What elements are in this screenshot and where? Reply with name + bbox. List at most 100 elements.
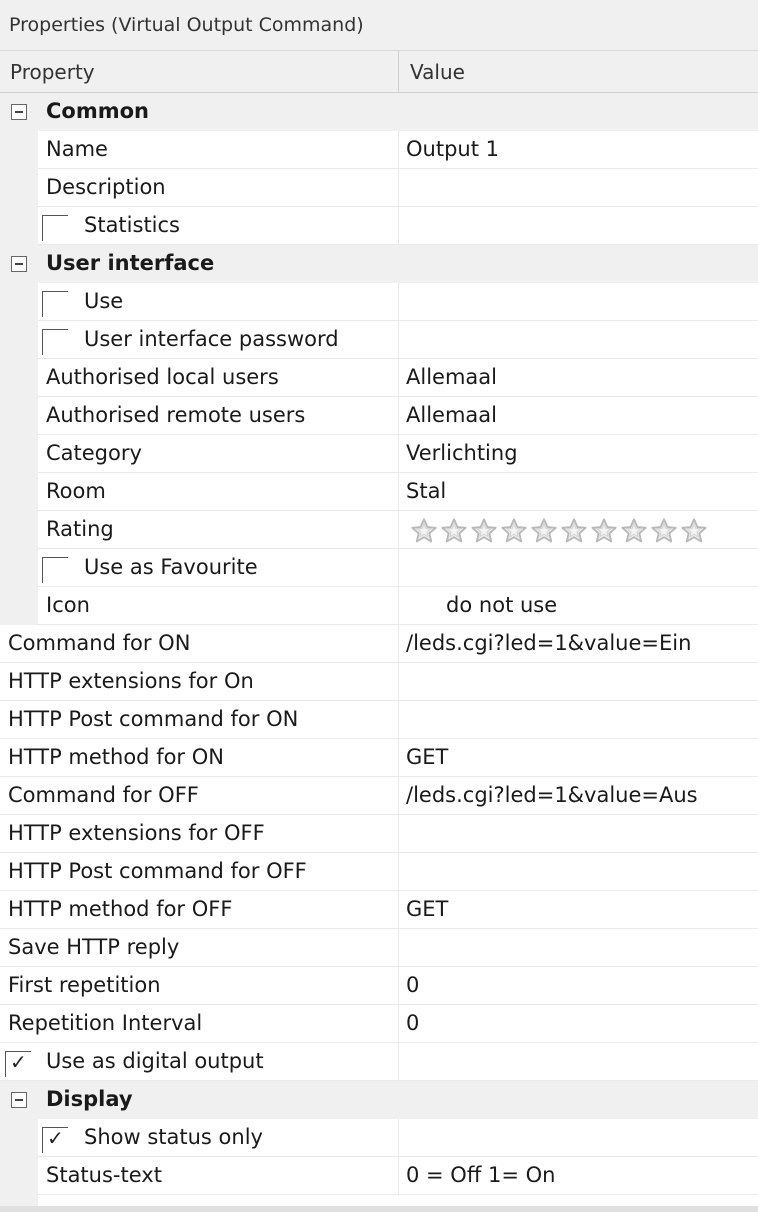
star-outline-icon[interactable] — [560, 514, 590, 546]
column-separator — [398, 663, 399, 701]
property-row-user-interface-password[interactable]: User interface password — [0, 321, 758, 359]
property-value[interactable]: Allemaal — [406, 359, 497, 397]
star-outline-icon[interactable] — [680, 514, 710, 546]
property-name: Room — [46, 479, 106, 503]
property-row-http-extensions-for-on[interactable]: HTTP extensions for On — [0, 663, 758, 701]
property-row-rating[interactable]: Rating — [0, 511, 758, 549]
property-name: Statistics — [84, 213, 180, 237]
star-outline-icon[interactable] — [410, 514, 440, 546]
property-row-command-for-on[interactable]: Command for ON/leds.cgi?led=1&value=Ein — [0, 625, 758, 663]
property-row-http-post-command-for-on[interactable]: HTTP Post command for ON — [0, 701, 758, 739]
property-row-use[interactable]: Use — [0, 283, 758, 321]
property-row-http-method-for-on[interactable]: HTTP method for ON GET — [0, 739, 758, 777]
header-separator[interactable] — [398, 51, 399, 94]
property-name: Repetition Interval — [8, 1011, 203, 1035]
collapse-minus-icon[interactable] — [11, 1092, 27, 1108]
column-separator — [398, 283, 399, 321]
property-value[interactable]: Allemaal — [406, 397, 497, 435]
property-row-description[interactable]: Description — [0, 169, 758, 207]
property-row-category[interactable]: Category Verlichting — [0, 435, 758, 473]
collapse-minus-icon[interactable] — [11, 104, 27, 120]
rating-stars[interactable] — [410, 514, 710, 546]
user-interface-password-checkbox[interactable] — [42, 329, 68, 355]
property-row-save-http-reply[interactable]: Save HTTP reply — [0, 929, 758, 967]
use-as-favourite-checkbox[interactable] — [42, 557, 68, 583]
row-gutter — [0, 549, 38, 587]
property-value[interactable]: /leds.cgi?led=1&value=Aus — [406, 777, 698, 815]
category-display[interactable]: Display — [0, 1081, 758, 1119]
column-separator — [398, 1157, 399, 1195]
row-gutter — [0, 511, 38, 549]
property-value[interactable]: Stal — [406, 473, 446, 511]
property-value[interactable]: 0 — [406, 967, 419, 1005]
category-label: Display — [46, 1087, 133, 1111]
checkmark-icon: ✓ — [47, 1126, 64, 1150]
property-value[interactable]: GET — [406, 739, 448, 777]
column-separator — [398, 511, 399, 549]
property-row-show-status-only[interactable]: ✓ Show status only — [0, 1119, 758, 1157]
property-row-name[interactable]: Name Output 1 — [0, 131, 758, 169]
star-outline-icon[interactable] — [470, 514, 500, 546]
property-name: Icon — [46, 593, 90, 617]
row-gutter — [0, 283, 38, 321]
property-name: Description — [46, 175, 166, 199]
property-value[interactable]: Output 1 — [406, 131, 499, 169]
column-separator — [398, 815, 399, 853]
star-outline-icon[interactable] — [590, 514, 620, 546]
property-row-first-repetition[interactable]: First repetition 0 — [0, 967, 758, 1005]
property-row-repetition-interval[interactable]: Repetition Interval 0 — [0, 1005, 758, 1043]
header-property[interactable]: Property — [10, 60, 95, 84]
property-name: Authorised local users — [46, 365, 279, 389]
property-row-authorised-local-users[interactable]: Authorised local users Allemaal — [0, 359, 758, 397]
star-outline-icon[interactable] — [650, 514, 680, 546]
column-separator — [398, 929, 399, 967]
show-status-only-checkbox[interactable]: ✓ — [42, 1126, 68, 1153]
property-name: Name — [46, 137, 108, 161]
property-value[interactable]: /leds.cgi?led=1&value=Ein — [406, 625, 691, 663]
collapse-minus-icon[interactable] — [11, 256, 27, 272]
property-row-status-text[interactable]: Status-text 0 = Off 1= On — [0, 1157, 758, 1195]
column-separator — [398, 435, 399, 473]
row-gutter — [0, 207, 38, 245]
property-row-http-extensions-for-off[interactable]: HTTP extensions for OFF — [0, 815, 758, 853]
panel-title: Properties (Virtual Output Command) — [0, 0, 758, 50]
header-value[interactable]: Value — [410, 60, 465, 84]
property-row-icon[interactable]: Icon do not use — [0, 587, 758, 625]
property-value[interactable]: Verlichting — [406, 435, 518, 473]
property-name: HTTP extensions for OFF — [8, 821, 265, 845]
property-row-statistics[interactable]: Statistics — [0, 207, 758, 245]
property-name: HTTP Post command for OFF — [8, 859, 307, 883]
column-separator — [398, 1043, 399, 1081]
row-gutter — [0, 321, 38, 359]
column-separator — [398, 1119, 399, 1157]
property-name: Show status only — [84, 1125, 263, 1149]
row-gutter — [0, 1119, 38, 1157]
category-label: Common — [46, 99, 149, 123]
star-outline-icon[interactable] — [500, 514, 530, 546]
star-outline-icon[interactable] — [440, 514, 470, 546]
property-grid: Common Name Output 1 Description Statistics U… — [0, 93, 758, 1195]
horizontal-scrollbar[interactable] — [0, 1206, 758, 1212]
property-row-authorised-remote-users[interactable]: Authorised remote users Allemaal — [0, 397, 758, 435]
statistics-checkbox[interactable] — [42, 215, 68, 241]
column-separator — [398, 1005, 399, 1043]
property-value[interactable]: GET — [406, 891, 448, 929]
property-row-http-post-command-for-off[interactable]: HTTP Post command for OFF — [0, 853, 758, 891]
property-row-command-for-off[interactable]: Command for OFF/leds.cgi?led=1&value=Aus — [0, 777, 758, 815]
category-common[interactable]: Common — [0, 93, 758, 131]
property-row-use-as-digital-output[interactable]: ✓ Use as digital output — [0, 1043, 758, 1081]
property-value[interactable]: do not use — [406, 587, 557, 625]
property-row-http-method-for-off[interactable]: HTTP method for OFF GET — [0, 891, 758, 929]
column-separator — [398, 701, 399, 739]
use-as-digital-output-checkbox[interactable]: ✓ — [5, 1050, 31, 1077]
star-outline-icon[interactable] — [620, 514, 650, 546]
category-user-interface[interactable]: User interface — [0, 245, 758, 283]
use-checkbox[interactable] — [42, 291, 68, 317]
property-row-room[interactable]: Room Stal — [0, 473, 758, 511]
column-separator — [398, 131, 399, 169]
property-value[interactable]: 0 — [406, 1005, 419, 1043]
property-name: First repetition — [8, 973, 161, 997]
property-row-use-as-favourite[interactable]: Use as Favourite — [0, 549, 758, 587]
star-outline-icon[interactable] — [530, 514, 560, 546]
property-value[interactable]: 0 = Off 1= On — [406, 1157, 555, 1195]
